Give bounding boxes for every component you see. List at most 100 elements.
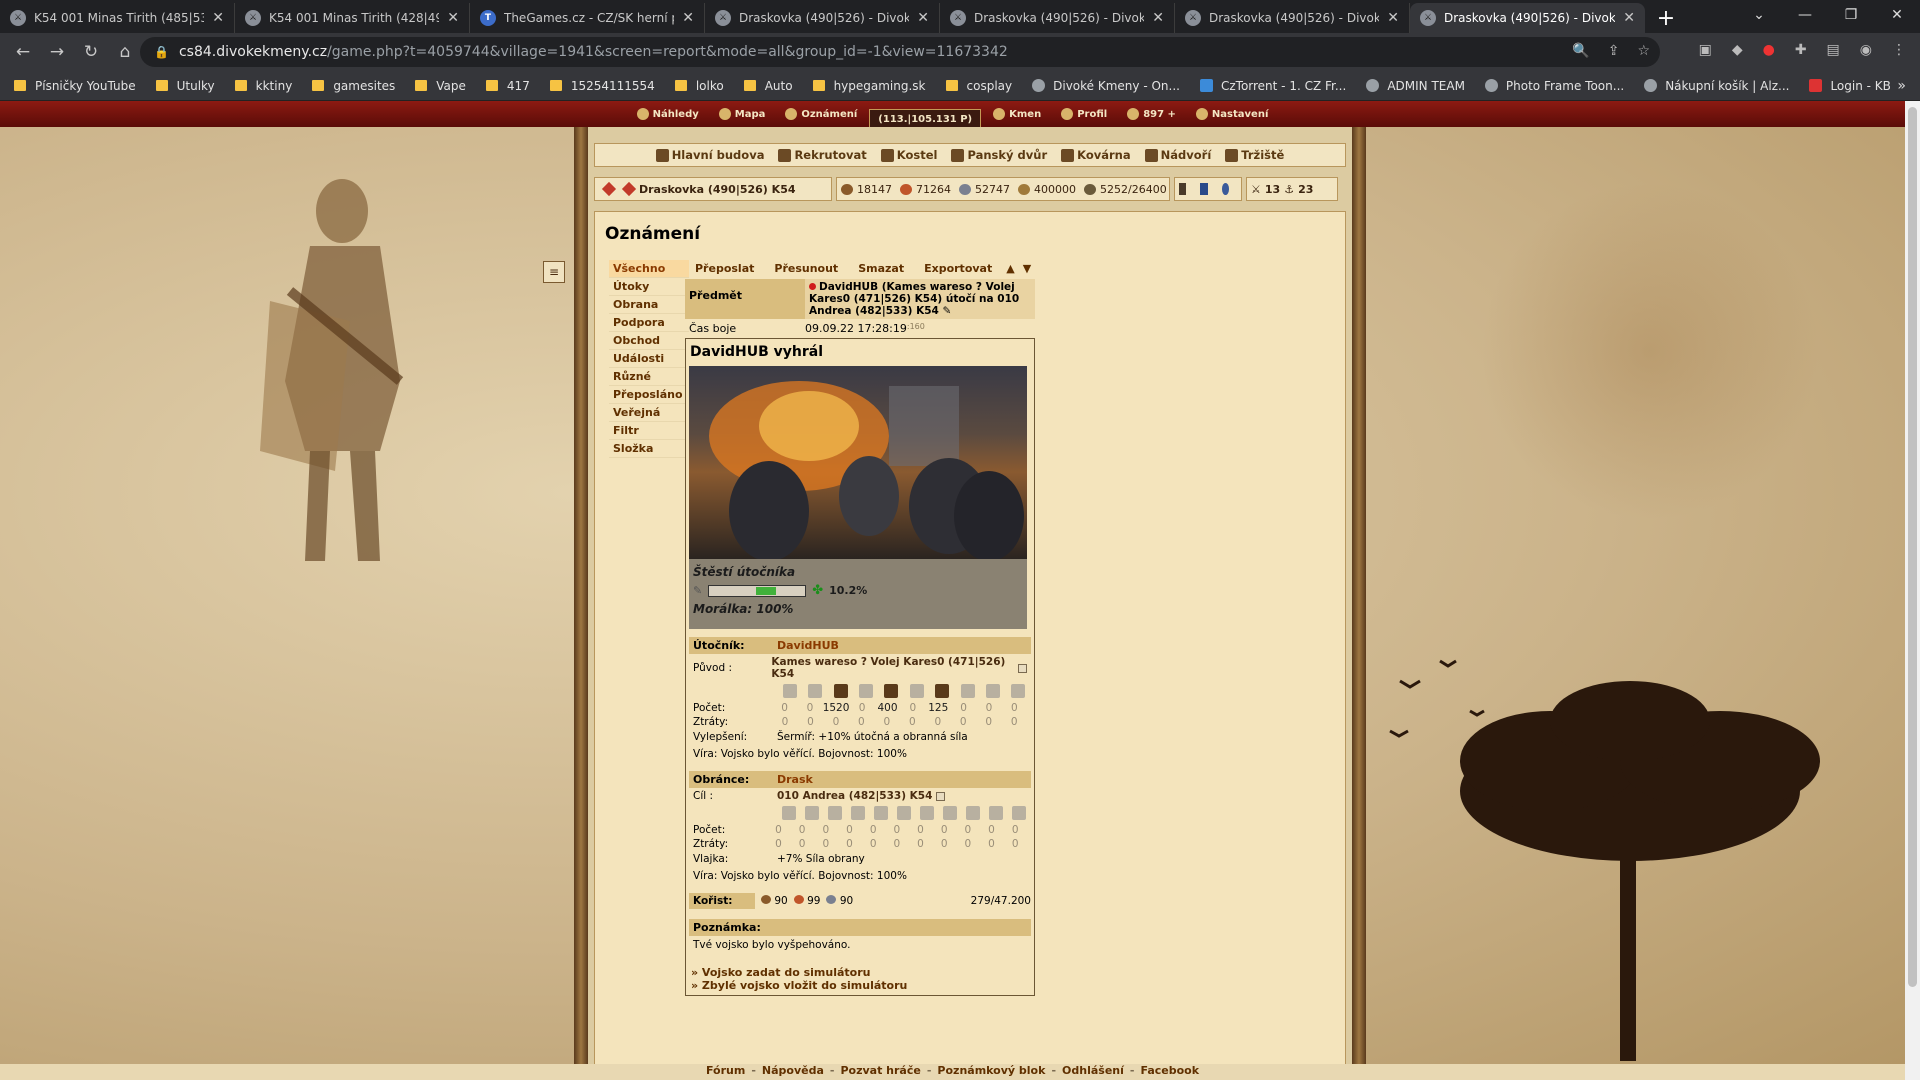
report-filter-item[interactable]: Podpora [609, 314, 689, 332]
browser-tab[interactable]: ⚔ K54 001 Minas Tirith (428|490) ✕ [235, 3, 470, 33]
bookmark-item[interactable]: Login - KB [1809, 79, 1891, 93]
topmenu-item[interactable]: Oznámení [777, 106, 865, 122]
building-link[interactable]: Kostel [880, 148, 937, 162]
topmenu-item[interactable]: Profil [1053, 106, 1115, 122]
simulator-link[interactable]: » Vojsko zadat do simulátoru [691, 966, 1029, 979]
share-icon[interactable]: ⇪ [1608, 43, 1620, 59]
village-selector[interactable]: Draskovka (490|526) K54 [594, 177, 832, 201]
sidebar-toggle-button[interactable]: ≡ [543, 261, 565, 283]
shield-icon[interactable] [1200, 183, 1208, 195]
unit-icon[interactable] [920, 806, 935, 820]
menu-kebab-icon[interactable]: ⋮ [1892, 42, 1906, 58]
unit-icon[interactable] [782, 684, 797, 698]
sort-up-icon[interactable]: ▲ [1002, 260, 1018, 278]
extension-icon[interactable]: ▣ [1699, 42, 1712, 58]
report-filter-item[interactable]: Všechno [609, 260, 689, 278]
bookmark-item[interactable]: 417 [485, 79, 530, 93]
bookmark-item[interactable]: gamesites [312, 79, 395, 93]
footer-link[interactable]: Poznámkový blok [937, 1064, 1045, 1080]
extensions-puzzle-icon[interactable]: ✚ [1795, 42, 1807, 58]
attacker-origin[interactable]: Kames wareso ? Volej Kares0 (471|526) K5… [771, 656, 1014, 680]
support-count[interactable]: 23 [1298, 183, 1313, 196]
footer-link[interactable]: Odhlášení [1062, 1064, 1124, 1080]
unit-icon[interactable] [827, 806, 842, 820]
browser-tab[interactable]: ⚔ Draskovka (490|526) - Divoké Kr ✕ [940, 3, 1175, 33]
attack-icon[interactable]: ⚔ [1251, 183, 1261, 196]
building-link[interactable]: Rekrutovat [778, 148, 867, 162]
topmenu-item[interactable]: Mapa [711, 106, 774, 122]
profile-avatar[interactable]: ◉ [1860, 42, 1872, 58]
browser-tab[interactable]: ⚔ Draskovka (490|526) - Divoké Kr ✕ [705, 3, 940, 33]
sort-down-icon[interactable]: ▼ [1019, 260, 1035, 278]
village-name[interactable]: Draskovka (490|526) K54 [639, 183, 796, 196]
unit-icon[interactable] [808, 684, 823, 698]
attacker-name[interactable]: DavidHUB [777, 639, 839, 652]
unit-icon[interactable] [897, 806, 912, 820]
lock-icon[interactable]: 🔒 [154, 45, 169, 59]
defender-target[interactable]: 010 Andrea (482|533) K54 [777, 790, 932, 802]
bookmark-star-icon[interactable]: ☆ [1637, 43, 1650, 59]
bookmark-item[interactable]: lolko [674, 79, 724, 93]
minimize-button[interactable]: — [1782, 0, 1828, 30]
toolbar-action[interactable]: Přeposlat [685, 260, 764, 278]
prev-village-icon[interactable] [601, 181, 617, 197]
building-link[interactable]: Panský dvůr [951, 148, 1047, 162]
report-filter-item[interactable]: Veřejná [609, 404, 689, 422]
browser-tab[interactable]: ⚔ K54 001 Minas Tirith (485|538) - ✕ [0, 3, 235, 33]
simulator-remaining-link[interactable]: » Zbylé vojsko vložit do simulátoru [691, 979, 1029, 992]
building-link[interactable]: Hlavní budova [655, 148, 764, 162]
report-filter-item[interactable]: Obrana [609, 296, 689, 314]
page-scrollbar[interactable] [1905, 101, 1920, 1080]
report-filter-item[interactable]: Různé [609, 368, 689, 386]
new-tab-button[interactable]: + [1651, 3, 1681, 33]
topmenu-item[interactable]: Kmen [985, 106, 1049, 122]
unit-icon[interactable] [1011, 684, 1026, 698]
report-filter-item[interactable]: Události [609, 350, 689, 368]
unit-icon[interactable] [989, 806, 1004, 820]
bookmark-item[interactable]: Divoké Kmeny - On... [1032, 79, 1180, 93]
unit-icon[interactable] [935, 684, 950, 698]
bookmark-item[interactable]: kktiny [234, 79, 292, 93]
unit-icon[interactable] [943, 806, 958, 820]
attack-count[interactable]: 13 [1265, 183, 1280, 196]
village-info-icon[interactable] [1018, 663, 1027, 673]
unit-icon[interactable] [781, 806, 796, 820]
unit-icon[interactable] [966, 806, 981, 820]
building-link[interactable]: Tržiště [1225, 148, 1284, 162]
bookmark-item[interactable]: Nákupní košík | Alz... [1644, 79, 1789, 93]
zoom-icon[interactable]: 🔍 [1572, 43, 1589, 59]
topmenu-item[interactable]: Náhledy [629, 106, 707, 122]
toolbar-action[interactable]: Smazat [848, 260, 914, 278]
topmenu-item[interactable]: 897 + [1119, 106, 1184, 122]
footer-link[interactable]: Nápověda [762, 1064, 824, 1080]
building-link[interactable]: Nádvoří [1144, 148, 1211, 162]
bookmark-item[interactable]: Utulky [155, 79, 215, 93]
extension-icon[interactable]: ◆ [1732, 42, 1743, 58]
unit-icon[interactable] [858, 684, 873, 698]
back-icon[interactable]: ← [6, 42, 40, 62]
unit-icon[interactable] [985, 684, 1000, 698]
bookmark-item[interactable]: hypegaming.sk [812, 79, 926, 93]
bookmark-item[interactable]: Písničky YouTube [14, 79, 136, 93]
bookmark-item[interactable]: Vape [415, 79, 466, 93]
tab-close-icon[interactable]: ✕ [447, 10, 459, 26]
report-filter-item[interactable]: Filtr [609, 422, 689, 440]
report-filter-item[interactable]: Útoky [609, 278, 689, 296]
report-filter-item[interactable]: Obchod [609, 332, 689, 350]
restore-button[interactable]: ❐ [1828, 0, 1874, 30]
unit-icon[interactable] [873, 806, 888, 820]
unit-icon[interactable] [884, 684, 899, 698]
footer-link[interactable]: Fórum [706, 1064, 745, 1080]
bookmark-item[interactable]: Auto [743, 79, 793, 93]
scrollbar-thumb[interactable] [1908, 107, 1917, 987]
globe-icon[interactable] [1221, 183, 1229, 195]
unit-icon[interactable] [833, 684, 848, 698]
extension-icon[interactable]: ● [1763, 42, 1775, 58]
support-icon[interactable]: ⚓ [1284, 183, 1294, 196]
unit-icon[interactable] [850, 806, 865, 820]
sidepanel-icon[interactable]: ▤ [1827, 42, 1840, 58]
report-filter-item[interactable]: Přeposláno [609, 386, 689, 404]
building-link[interactable]: Kovárna [1061, 148, 1131, 162]
tab-close-icon[interactable]: ✕ [1152, 10, 1164, 26]
browser-tab[interactable]: ⚔ Draskovka (490|526) - Divoké Kr ✕ [1410, 3, 1645, 33]
